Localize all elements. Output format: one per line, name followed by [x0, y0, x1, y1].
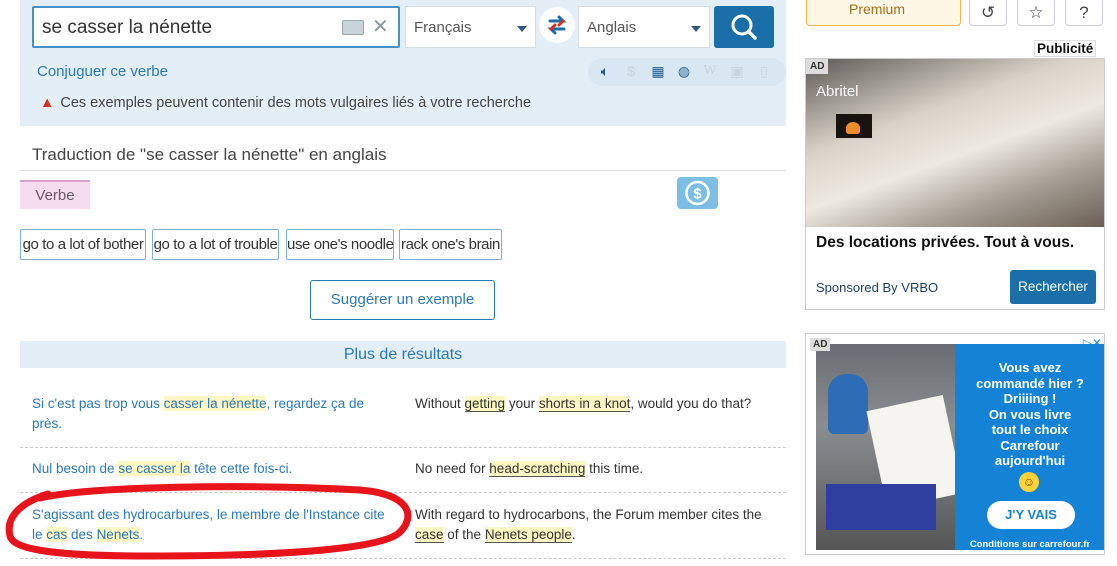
example-text: tête cette fois-ci. — [190, 461, 293, 476]
ad-badge: AD — [806, 59, 829, 74]
image-icon: ▣ — [730, 63, 744, 79]
example-text: Without — [415, 396, 465, 411]
warning-icon: ▲ — [40, 95, 55, 111]
help-icon: ? — [1079, 3, 1089, 22]
ad-carrefour[interactable]: AD ▷✕ Vous avez commandé hier ? Driiiing… — [805, 333, 1105, 555]
grid-icon[interactable]: ▦ — [650, 63, 666, 79]
example-text: No need for — [415, 461, 490, 476]
example-text: . — [139, 526, 144, 542]
ad-search-button[interactable]: Rechercher — [1010, 270, 1096, 304]
highlighted-term: head-scratching — [489, 461, 586, 477]
example-target-3[interactable]: With regard to hydrocarbons, the Forum m… — [415, 505, 785, 544]
favorites-button[interactable]: ☆ — [1017, 0, 1055, 26]
example-source-3[interactable]: S'agissant des hydrocarbures, le membre … — [32, 505, 392, 544]
ad-conditions: Conditions sur carrefour.fr — [969, 539, 1091, 550]
crate-image — [826, 484, 936, 530]
row-divider — [20, 447, 786, 448]
example-text: of the — [443, 526, 485, 542]
example-text: , would you do that? — [630, 396, 752, 411]
highlighted-term: se casser la — [118, 461, 191, 476]
search-input[interactable]: se casser la nénette ✕ — [32, 6, 400, 48]
globe-icon[interactable]: ◍ — [676, 63, 692, 79]
translation-chip[interactable]: use one's noodle — [286, 229, 394, 260]
example-source-1[interactable]: Si c'est pas trop vous casser la nénette… — [32, 394, 392, 433]
example-source-2[interactable]: Nul besoin de se casser la tête cette fo… — [32, 459, 392, 479]
suggest-example-button[interactable]: Suggérer un exemple — [310, 280, 495, 320]
search-icon — [731, 14, 757, 40]
chevron-down-icon — [691, 26, 701, 32]
example-text: . — [571, 526, 576, 542]
example-text: Nul besoin de — [32, 461, 119, 476]
example-text: this time. — [585, 461, 644, 476]
row-divider — [20, 558, 786, 559]
highlighted-term: shorts in a knot — [538, 396, 631, 412]
ad-message: Vous avez commandé hier ? Driiiing ! On … — [976, 360, 1084, 468]
help-button[interactable]: ? — [1065, 0, 1103, 26]
target-language-select[interactable]: Anglais — [578, 6, 710, 48]
svg-text:$: $ — [693, 186, 702, 203]
ad-badge: AD — [810, 338, 831, 351]
star-icon: ☆ — [1028, 3, 1044, 22]
source-language-label: Français — [414, 19, 472, 36]
delivery-person-image — [828, 374, 868, 434]
example-text: des — [67, 526, 97, 542]
close-icon[interactable]: ✕ — [372, 14, 389, 39]
example-target-2[interactable]: No need for head-scratching this time. — [415, 459, 785, 479]
conjugate-link[interactable]: Conjuguer ce verbe — [37, 63, 168, 80]
fireplace-image — [836, 114, 872, 138]
more-results-header: Plus de résultats — [20, 341, 786, 368]
premium-label: Premium — [849, 1, 906, 17]
highlighted-term: Nenets — [96, 526, 140, 542]
ad-message-panel[interactable]: Vous avez commandé hier ? Driiiing ! On … — [955, 344, 1104, 550]
source-language-select[interactable]: Français — [405, 6, 536, 48]
ad-go-button[interactable]: J'Y VAIS — [987, 501, 1075, 529]
history-icon: ↺ — [980, 3, 996, 22]
highlighted-term: casser la nénette — [163, 396, 267, 411]
chevron-down-icon — [517, 26, 527, 32]
vulgarity-warning: ▲ Ces exemples peuvent contenir des mots … — [40, 95, 531, 111]
highlighted-term: cas — [46, 526, 68, 542]
row-divider — [20, 492, 786, 493]
ad-vrbo[interactable]: AD Abritel Des locations privées. Tout à… — [805, 58, 1105, 310]
smiley-icon: ☺ — [1019, 472, 1039, 492]
advertising-label: Publicité — [1034, 40, 1097, 57]
premium-button[interactable]: Premium — [806, 0, 961, 26]
highlighted-term: getting — [464, 396, 506, 412]
toolbar: 🔈︎ $ ▦ ◍ W ▣ ▯ — [588, 58, 786, 86]
ad-sponsor: Sponsored By VRBO — [816, 280, 939, 295]
ad-image-delivery[interactable] — [816, 344, 964, 550]
ad-headline[interactable]: Des locations privées. Tout à vous. — [816, 234, 1074, 252]
keyboard-icon[interactable] — [342, 20, 364, 35]
translation-chip[interactable]: go to a lot of trouble — [152, 229, 279, 260]
dollar-icon: $ — [627, 63, 635, 79]
example-text: With regard to hydrocarbons, the Forum m… — [415, 507, 762, 522]
warning-text: Ces exemples peuvent contenir des mots v… — [60, 95, 532, 111]
swap-icon — [547, 15, 567, 35]
book-icon: ▯ — [760, 63, 768, 79]
translation-chip[interactable]: rack one's brain — [399, 229, 502, 260]
speaker-icon[interactable]: 🔈︎ — [597, 63, 613, 79]
wikipedia-icon: W — [703, 63, 717, 78]
dollar-icon[interactable]: $ — [677, 177, 718, 209]
target-language-label: Anglais — [587, 19, 637, 36]
search-query-text: se casser la nénette — [42, 17, 213, 38]
part-of-speech-tag[interactable]: Verbe — [20, 180, 90, 209]
example-target-1[interactable]: Without getting your shorts in a knot, w… — [415, 394, 785, 414]
translation-title: Traduction de "se casser la nénette" en … — [32, 145, 387, 164]
highlighted-term: Nenets people — [484, 526, 572, 543]
highlighted-term: case — [415, 526, 444, 543]
divider — [20, 170, 786, 171]
swap-languages-button[interactable] — [539, 7, 575, 43]
example-text: Si c'est pas trop vous — [32, 396, 164, 411]
search-button[interactable] — [714, 6, 774, 48]
dollar-coin-svg: $ — [685, 180, 710, 206]
translation-chip[interactable]: go to a lot of bother — [20, 229, 146, 260]
history-button[interactable]: ↺ — [969, 0, 1007, 26]
example-text: your — [505, 396, 539, 411]
ad-brand: Abritel — [816, 83, 859, 100]
